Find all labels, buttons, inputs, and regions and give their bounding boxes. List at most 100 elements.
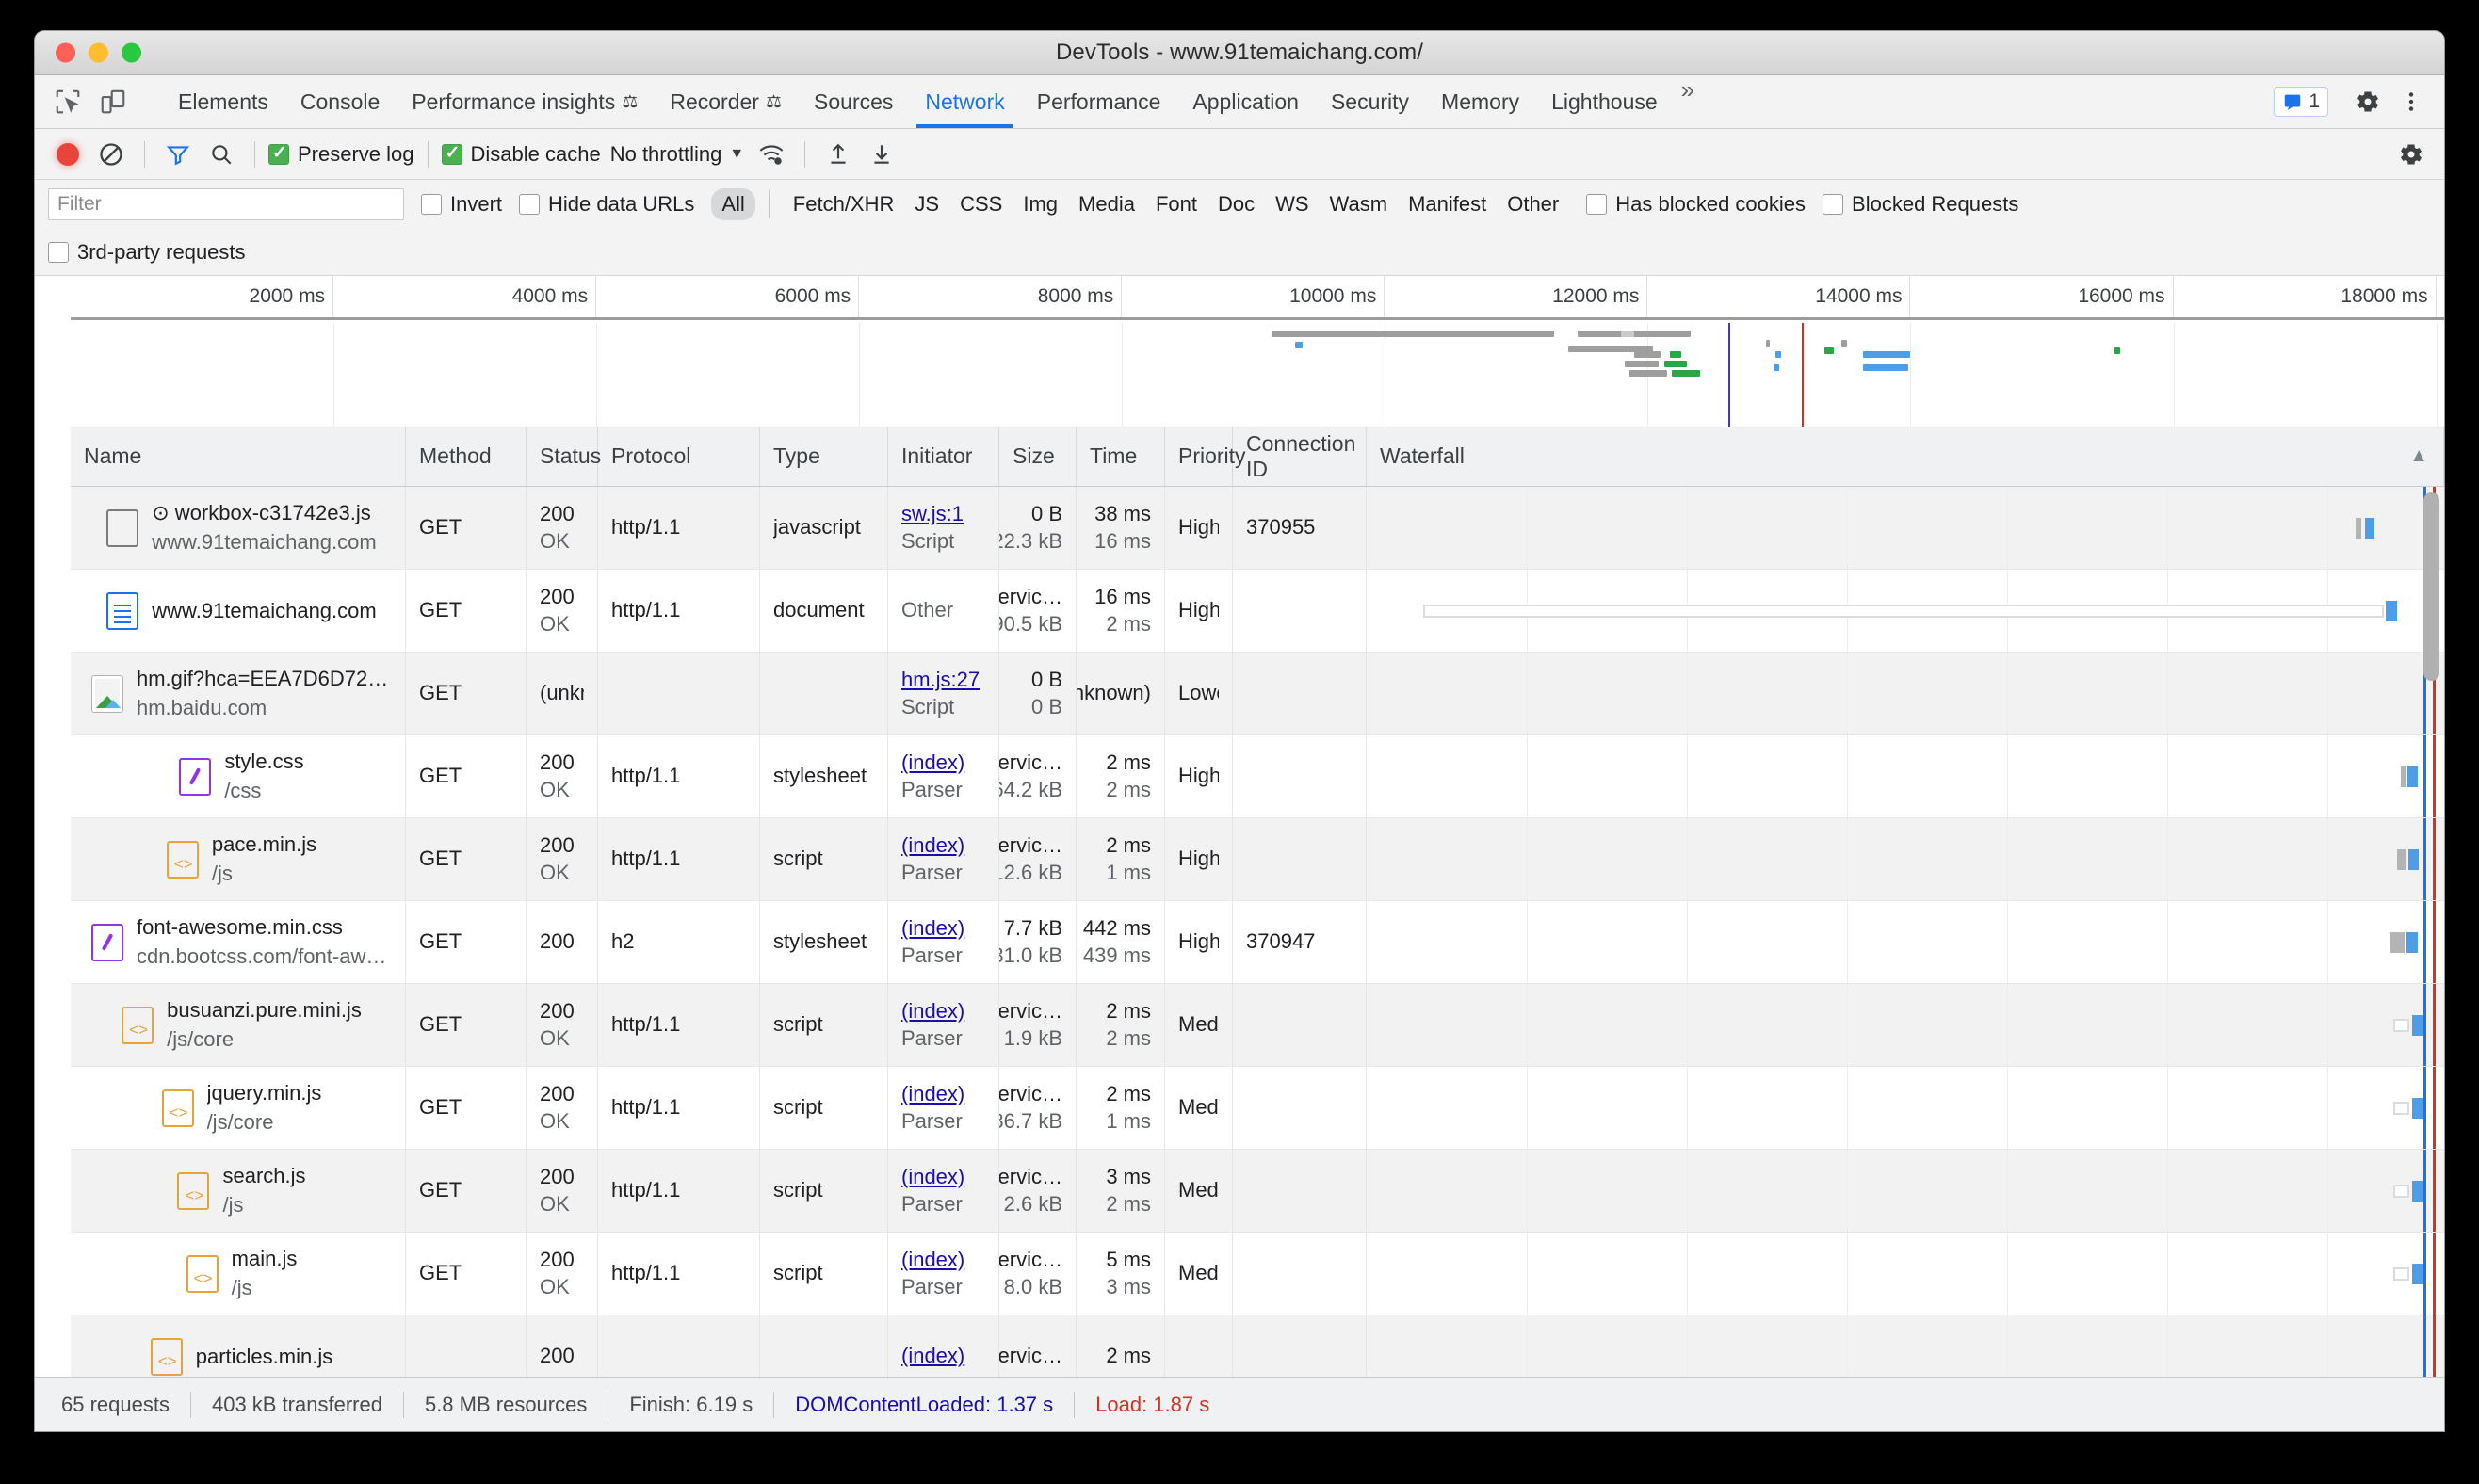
table-row[interactable]: www.91temaichang.com GET 200 OK http/1.1 docu… [71,570,2444,653]
maximize-window-button[interactable] [122,42,141,63]
cell-name[interactable]: <> main.js/js [71,1233,406,1315]
table-row[interactable]: ⊙ workbox-c31742e3.js www.91temaichang.co… [71,487,2444,570]
import-har-icon[interactable] [818,135,858,174]
cell-waterfall[interactable] [1367,653,2444,734]
cell-waterfall[interactable] [1367,1150,2444,1232]
tab-performance-insights[interactable]: Performance insights ⚖ [396,75,654,128]
cell-initiator-primary[interactable]: (index) [901,751,985,775]
clear-icon[interactable] [91,135,131,174]
column-header-size[interactable]: Size [999,427,1077,486]
column-header-name[interactable]: Name [71,427,406,486]
column-header-protocol[interactable]: Protocol [598,427,760,486]
cell-waterfall[interactable] [1367,901,2444,983]
network-overview-timeline[interactable]: 2000 ms 4000 ms 6000 ms 8000 ms 10000 ms 1200… [71,276,2444,431]
tab-memory[interactable]: Memory [1425,75,1535,128]
gear-icon[interactable] [2348,82,2388,121]
column-header-method[interactable]: Method [406,427,527,486]
cell-name[interactable]: ⊙ workbox-c31742e3.js www.91temaichang.co… [71,487,406,569]
type-filter-doc[interactable]: Doc [1207,188,1265,220]
cell-initiator-primary[interactable]: (index) [901,1249,985,1272]
cell-initiator-primary[interactable]: (index) [901,834,985,858]
more-tabs-chevron-icon[interactable]: » [1674,75,1702,128]
type-filter-font[interactable]: Font [1145,188,1207,220]
disable-cache-checkbox[interactable]: Disable cache [441,142,601,167]
tab-application[interactable]: Application [1176,75,1315,128]
cell-name[interactable]: <> search.js/js [71,1150,406,1232]
type-filter-ws[interactable]: WS [1265,188,1319,220]
type-filter-media[interactable]: Media [1068,188,1145,220]
cell-waterfall[interactable] [1367,570,2444,652]
cell-waterfall[interactable] [1367,487,2444,569]
table-row[interactable]: <> pace.min.js/js GET 200 OK http/1.1 script (i… [71,818,2444,901]
cell-name[interactable]: style.css/css [71,735,406,817]
column-header-waterfall[interactable]: Waterfall ▲ [1367,427,2444,486]
cell-initiator-primary[interactable]: hm.js:27 [901,669,985,692]
table-row[interactable]: <> main.js/js GET 200 OK http/1.1 script (index… [71,1233,2444,1315]
table-row[interactable]: hm.gif?hca=EEA7D6D72DD33336&c… hm.baidu.c… [71,653,2444,735]
inspect-element-icon[interactable] [48,82,88,121]
type-filter-wasm[interactable]: Wasm [1320,188,1399,220]
cell-waterfall[interactable] [1367,1067,2444,1149]
tab-lighthouse[interactable]: Lighthouse [1535,75,1674,128]
cell-initiator-primary[interactable]: (index) [901,1000,985,1024]
has-blocked-cookies-checkbox[interactable]: Has blocked cookies [1586,192,1806,217]
cell-initiator-primary[interactable]: (index) [901,917,985,941]
cell-name[interactable]: <> pace.min.js/js [71,818,406,900]
cell-name[interactable]: <> jquery.min.js/js/core [71,1067,406,1149]
column-header-connection-id[interactable]: Connection ID [1233,427,1367,486]
column-header-status[interactable]: Status [527,427,601,486]
cell-name[interactable]: <> particles.min.js [71,1315,406,1377]
close-window-button[interactable] [56,42,75,63]
scrollbar-thumb[interactable] [2423,492,2439,681]
third-party-requests-checkbox[interactable]: 3rd-party requests [48,240,246,265]
blocked-requests-checkbox[interactable]: Blocked Requests [1823,192,2018,217]
search-icon[interactable] [202,135,241,174]
vertical-scrollbar[interactable] [2423,492,2439,1373]
cell-initiator-primary[interactable]: (index) [901,1166,985,1189]
sort-ascending-icon[interactable]: ▲ [2409,445,2428,467]
cell-waterfall[interactable] [1367,984,2444,1066]
type-filter-other[interactable]: Other [1497,188,1569,220]
preserve-log-checkbox[interactable]: Preserve log [268,142,414,167]
cell-waterfall[interactable] [1367,1233,2444,1315]
invert-checkbox[interactable]: Invert [421,192,502,217]
type-filter-all[interactable]: All [711,188,755,220]
column-header-time[interactable]: Time [1077,427,1165,486]
table-row[interactable]: style.css/css GET 200 OK http/1.1 stylesheet (… [71,735,2444,818]
cell-name[interactable]: www.91temaichang.com [71,570,406,652]
cell-name[interactable]: hm.gif?hca=EEA7D6D72DD33336&c… hm.baidu.c… [71,653,406,734]
tab-sources[interactable]: Sources [798,75,909,128]
tab-performance[interactable]: Performance [1021,75,1177,128]
table-row[interactable]: <> jquery.min.js/js/core GET 200 OK http/1.1 s… [71,1067,2444,1150]
type-filter-img[interactable]: Img [1013,188,1068,220]
cell-initiator-primary[interactable]: (index) [901,1083,985,1106]
type-filter-js[interactable]: JS [904,188,949,220]
network-conditions-icon[interactable] [752,135,791,174]
table-row[interactable]: font-awesome.min.css cdn.bootcss.com/font… [71,901,2444,984]
type-filter-css[interactable]: CSS [949,188,1013,220]
tab-network[interactable]: Network [909,75,1020,128]
export-har-icon[interactable] [862,135,901,174]
type-filter-manifest[interactable]: Manifest [1398,188,1497,220]
cell-waterfall[interactable] [1367,1315,2444,1377]
tab-recorder[interactable]: Recorder ⚖ [654,75,798,128]
cell-name[interactable]: <> busuanzi.pure.mini.js/js/core [71,984,406,1066]
column-header-type[interactable]: Type [760,427,888,486]
column-header-initiator[interactable]: Initiator [888,427,999,486]
cell-waterfall[interactable] [1367,735,2444,817]
cell-waterfall[interactable] [1367,818,2444,900]
minimize-window-button[interactable] [89,42,108,63]
network-settings-gear-icon[interactable] [2391,135,2431,174]
table-row[interactable]: <> particles.min.js 200 (index) (Servic… 2 ms [71,1315,2444,1377]
cell-initiator-primary[interactable]: sw.js:1 [901,503,985,526]
column-header-priority[interactable]: Priority [1165,427,1246,486]
tab-elements[interactable]: Elements [162,75,284,128]
type-filter-fetch-xhr[interactable]: Fetch/XHR [783,188,905,220]
cell-name[interactable]: font-awesome.min.css cdn.bootcss.com/font… [71,901,406,983]
device-toolbar-icon[interactable] [93,82,133,121]
tab-security[interactable]: Security [1315,75,1425,128]
funnel-icon[interactable] [158,135,198,174]
kebab-menu-icon[interactable] [2391,82,2431,121]
record-button[interactable] [48,135,88,174]
tab-console[interactable]: Console [284,75,396,128]
